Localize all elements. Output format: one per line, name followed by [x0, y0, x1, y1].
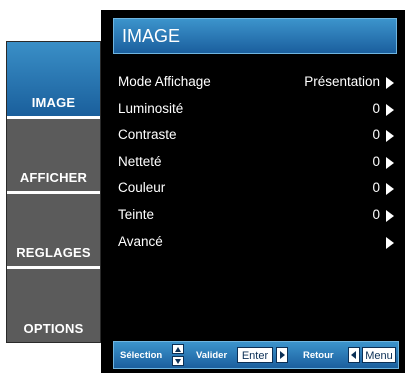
arrow-right-icon[interactable]: [386, 130, 394, 143]
menu-item-teinte[interactable]: Teinte 0: [118, 203, 396, 230]
arrow-right-key-icon: [276, 347, 288, 363]
selection-label: Sélection: [120, 350, 163, 361]
menu-item-couleur[interactable]: Couleur 0: [118, 176, 396, 203]
menu-item-value: Présentation: [304, 74, 380, 89]
help-bar: Sélection Valider Enter Retour Menu: [113, 341, 399, 369]
menu-item-value: 0: [372, 153, 380, 169]
tab-afficher[interactable]: AFFICHER: [7, 119, 100, 191]
up-down-keys-icon: [172, 344, 184, 366]
menu-tabs: IMAGE AFFICHER REGLAGES OPTIONS: [6, 41, 101, 343]
page-title: IMAGE: [122, 26, 181, 46]
menu-item-label: Mode Affichage: [118, 74, 211, 89]
arrow-right-icon[interactable]: [386, 183, 394, 196]
menu-item-value: 0: [372, 206, 380, 222]
arrow-left-key-icon: [348, 347, 360, 363]
tab-options-label: OPTIONS: [23, 321, 84, 336]
arrow-right-icon[interactable]: [386, 103, 394, 116]
validate-label: Valider: [196, 350, 228, 361]
arrow-right-icon[interactable]: [386, 156, 394, 169]
menu-item-value: 0: [372, 180, 380, 196]
menu-item-label: Couleur: [118, 180, 166, 196]
menu-item-avance[interactable]: Avancé: [118, 230, 396, 257]
tab-reglages[interactable]: REGLAGES: [7, 194, 100, 266]
arrow-down-icon: [172, 356, 184, 366]
menu-item-label: Contraste: [118, 127, 177, 143]
menu-item-mode-affichage[interactable]: Mode Affichage Présentation: [118, 70, 396, 97]
menu-item-label: Luminosité: [118, 100, 184, 116]
tab-options[interactable]: OPTIONS: [7, 269, 100, 342]
menu-item-label: Avancé: [118, 233, 163, 249]
tab-image-label: IMAGE: [31, 95, 76, 110]
menu-item-contraste[interactable]: Contraste 0: [118, 123, 396, 150]
arrow-up-icon: [172, 344, 184, 354]
arrow-right-icon[interactable]: [386, 209, 394, 222]
tab-afficher-label: AFFICHER: [19, 170, 88, 185]
menu-item-label: Netteté: [118, 153, 162, 169]
tab-reglages-label: REGLAGES: [16, 245, 91, 260]
menu-key-badge: Menu: [362, 347, 396, 363]
menu-list: Mode Affichage Présentation Luminosité 0…: [118, 70, 396, 256]
enter-key-badge: Enter: [237, 347, 273, 363]
panel-header: IMAGE: [113, 18, 397, 54]
menu-item-value: 0: [372, 100, 380, 116]
tab-image[interactable]: IMAGE: [7, 42, 100, 116]
menu-item-nettete[interactable]: Netteté 0: [118, 150, 396, 177]
arrow-right-icon[interactable]: [386, 236, 394, 249]
menu-item-value: 0: [372, 127, 380, 143]
arrow-right-icon[interactable]: [386, 77, 394, 89]
osd-panel: IMAGE Mode Affichage Présentation Lumino…: [101, 10, 405, 373]
menu-item-luminosite[interactable]: Luminosité 0: [118, 97, 396, 124]
return-label: Retour: [303, 350, 334, 361]
menu-item-label: Teinte: [118, 206, 155, 222]
